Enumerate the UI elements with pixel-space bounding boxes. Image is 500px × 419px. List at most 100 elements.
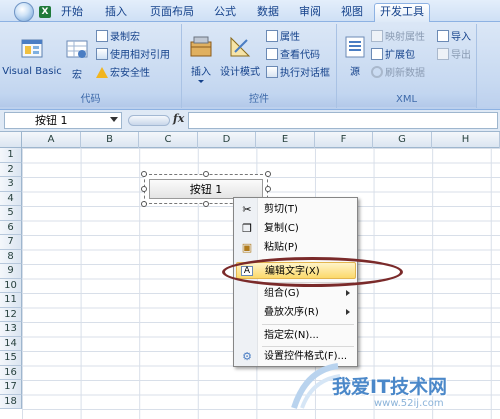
properties-label: 属性 — [280, 32, 300, 43]
refresh-data-label: 刷新数据 — [385, 68, 425, 79]
tab-review[interactable]: 审阅 — [292, 4, 328, 22]
column-header[interactable]: B — [81, 132, 139, 148]
office-button[interactable]: X — [6, 2, 51, 22]
resize-handle[interactable] — [265, 171, 271, 177]
column-header[interactable]: C — [139, 132, 198, 148]
excel-icon: X — [39, 6, 51, 18]
controls-group-label: 控件 — [182, 93, 336, 107]
row-header[interactable]: 7 — [0, 235, 22, 250]
tab-formulas[interactable]: 公式 — [207, 4, 243, 22]
xml-group: 源 映射属性 扩展包 刷新数据 导入 导出 XML — [337, 24, 477, 108]
map-properties-button[interactable]: 映射属性 — [371, 30, 425, 46]
formula-input[interactable] — [188, 112, 498, 129]
row-header[interactable]: 12 — [0, 307, 22, 322]
row-header[interactable]: 18 — [0, 394, 22, 409]
tab-view[interactable]: 视图 — [334, 4, 370, 22]
row-header[interactable]: 11 — [0, 293, 22, 308]
column-header[interactable]: H — [432, 132, 500, 148]
menu-item-paste[interactable]: ▣ 粘贴(P) — [236, 239, 356, 256]
resize-handle[interactable] — [141, 201, 147, 207]
row-header[interactable]: 9 — [0, 264, 22, 279]
menu-item-assign-macro[interactable]: 指定宏(N)... — [236, 327, 356, 344]
record-macro-button[interactable]: 录制宏 — [96, 30, 140, 46]
relative-reference-icon — [96, 48, 108, 60]
column-header[interactable]: G — [373, 132, 432, 148]
resize-handle[interactable] — [203, 201, 209, 207]
row-header[interactable]: 4 — [0, 191, 22, 206]
menu-item-label: 叠放次序(R) — [264, 307, 319, 318]
macros-button[interactable]: 宏 — [64, 28, 90, 81]
watermark-text: 我爱IT技术网 — [332, 376, 448, 398]
row-header[interactable]: 5 — [0, 206, 22, 221]
tab-developer[interactable]: 开发工具 — [374, 3, 430, 23]
insert-control-button[interactable]: 插入 — [186, 28, 216, 83]
tab-page-layout[interactable]: 页面布局 — [143, 4, 201, 22]
name-box[interactable]: 按钮 1 — [4, 112, 122, 129]
row-header[interactable]: 2 — [0, 162, 22, 177]
row-header[interactable]: 6 — [0, 220, 22, 235]
row-header[interactable]: 17 — [0, 380, 22, 395]
relative-reference-button[interactable]: 使用相对引用 — [96, 48, 170, 64]
row-header[interactable]: 8 — [0, 249, 22, 264]
insert-control-label: 插入 — [191, 67, 211, 78]
record-macro-label: 录制宏 — [110, 32, 140, 43]
row-header[interactable]: 1 — [0, 148, 22, 163]
resize-handle[interactable] — [265, 186, 271, 192]
chevron-right-icon — [346, 290, 350, 296]
refresh-data-button[interactable]: 刷新数据 — [371, 66, 425, 82]
menu-item-group[interactable]: 组合(G) — [236, 285, 356, 302]
fx-area: fx — [126, 112, 186, 129]
row-header[interactable]: 3 — [0, 177, 22, 192]
ribbon: Visual Basic 宏 录制宏 使用相对引用 宏安全性 代码 插入 设计模… — [0, 22, 500, 110]
menu-item-label: 组合(G) — [264, 288, 300, 299]
column-header[interactable]: E — [256, 132, 315, 148]
map-properties-icon — [371, 30, 383, 42]
view-code-button[interactable]: 查看代码 — [266, 48, 320, 64]
select-all-corner[interactable] — [0, 132, 22, 148]
row-header[interactable]: 15 — [0, 351, 22, 366]
form-control-button-label[interactable]: 按钮 1 — [149, 179, 263, 199]
tab-insert[interactable]: 插入 — [98, 4, 134, 22]
row-header[interactable]: 13 — [0, 322, 22, 337]
chevron-down-icon[interactable] — [110, 117, 118, 122]
properties-button[interactable]: 属性 — [266, 30, 300, 46]
run-dialog-label: 执行对话框 — [280, 68, 330, 79]
expansion-pack-button[interactable]: 扩展包 — [371, 48, 415, 64]
expansion-pack-label: 扩展包 — [385, 50, 415, 61]
menu-item-order[interactable]: 叠放次序(R) — [236, 304, 356, 321]
export-button[interactable]: 导出 — [437, 48, 471, 64]
menu-item-label: 粘贴(P) — [264, 242, 298, 253]
ribbon-tab-bar: X 开始 插入 页面布局 公式 数据 审阅 视图 开发工具 — [0, 0, 500, 23]
resize-handle[interactable] — [141, 171, 147, 177]
xml-group-label: XML — [337, 93, 476, 107]
visual-basic-button[interactable]: Visual Basic — [2, 28, 62, 77]
import-button[interactable]: 导入 — [437, 30, 471, 46]
resize-handle[interactable] — [203, 171, 209, 177]
run-dialog-button[interactable]: 执行对话框 — [266, 66, 330, 82]
menu-item-copy[interactable]: ❐ 复制(C) — [236, 220, 356, 237]
row-header[interactable]: 14 — [0, 336, 22, 351]
column-header[interactable]: F — [315, 132, 373, 148]
tab-data[interactable]: 数据 — [250, 4, 286, 22]
macro-security-button[interactable]: 宏安全性 — [96, 66, 150, 82]
column-header[interactable]: D — [198, 132, 256, 148]
design-mode-label: 设计模式 — [220, 67, 260, 78]
controls-group: 插入 设计模式 属性 查看代码 执行对话框 控件 — [182, 24, 337, 108]
macro-security-label: 宏安全性 — [110, 68, 150, 79]
tab-home[interactable]: 开始 — [52, 4, 92, 22]
column-header[interactable]: A — [22, 132, 81, 148]
view-code-label: 查看代码 — [280, 50, 320, 61]
formula-bar-splitter[interactable] — [128, 115, 170, 126]
menu-item-cut[interactable]: ✂ 剪切(T) — [236, 201, 356, 218]
row-header[interactable]: 16 — [0, 365, 22, 380]
xml-source-button[interactable]: 源 — [341, 28, 369, 78]
code-group: Visual Basic 宏 录制宏 使用相对引用 宏安全性 代码 — [0, 24, 182, 108]
row-header[interactable]: 10 — [0, 278, 22, 293]
visual-basic-label: Visual Basic — [2, 66, 62, 77]
office-orb-icon[interactable] — [14, 2, 34, 22]
design-mode-button[interactable]: 设计模式 — [218, 28, 262, 78]
import-icon — [437, 30, 449, 42]
insert-function-button[interactable]: fx — [173, 112, 184, 125]
resize-handle[interactable] — [141, 186, 147, 192]
highlight-oval — [222, 257, 403, 287]
